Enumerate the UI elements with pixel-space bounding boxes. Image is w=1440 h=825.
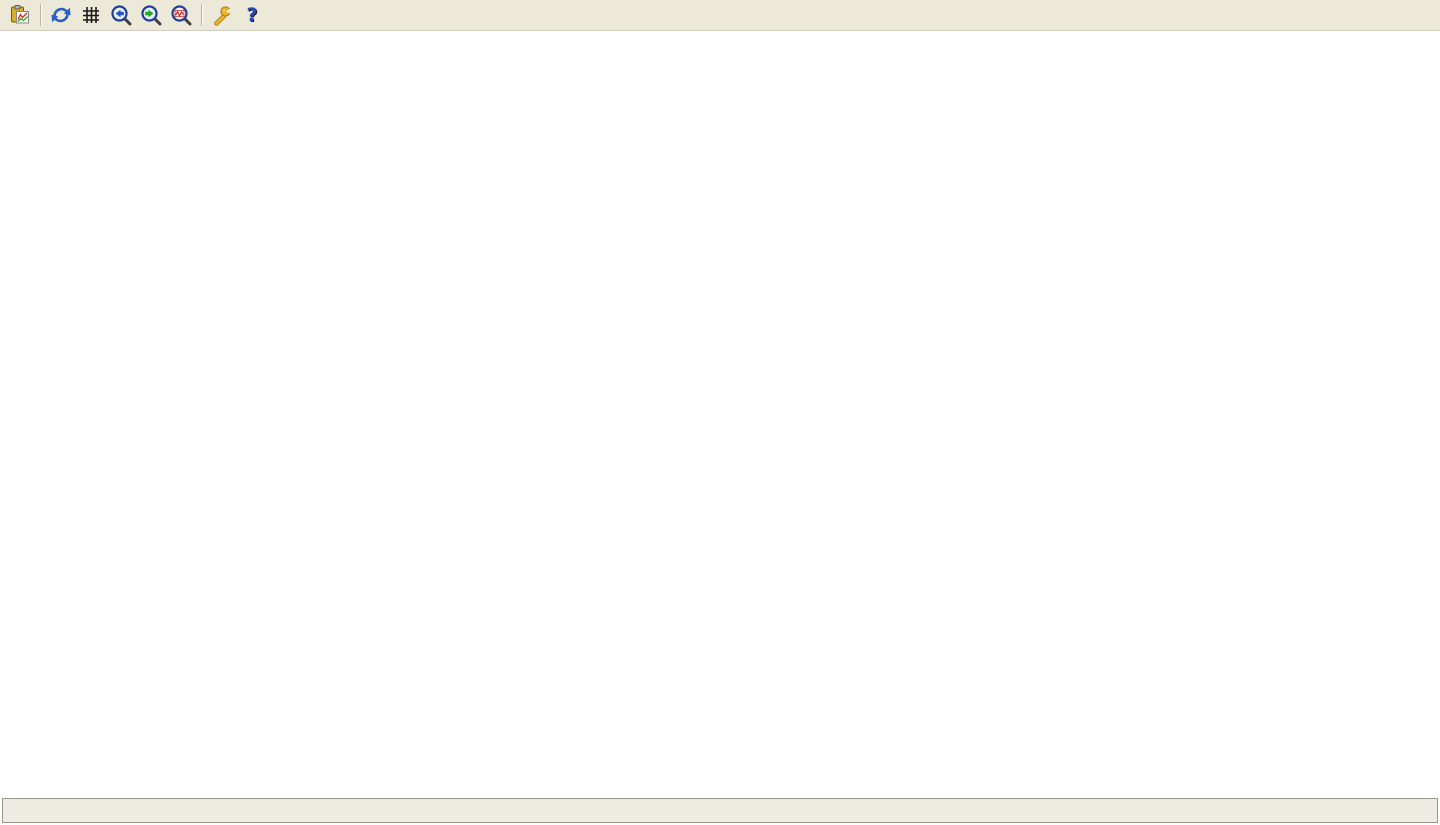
zoom-previous-button[interactable] [107, 2, 135, 28]
copy-plot-icon [9, 4, 31, 26]
plot-area [0, 32, 1440, 798]
toolbar: ? ? [0, 0, 1440, 31]
zoom-next-button[interactable] [137, 2, 165, 28]
magnifier-plot-icon [170, 4, 192, 26]
echo-chart[interactable] [0, 193, 1440, 503]
copy-to-clipboard-button[interactable] [6, 2, 34, 28]
status-bar [2, 798, 1438, 823]
magnifier-left-arrow-icon [110, 4, 132, 26]
help-button[interactable]: ? ? [238, 2, 266, 28]
replot-button[interactable] [47, 2, 75, 28]
refresh-icon [50, 4, 72, 26]
question-mark-icon: ? ? [241, 4, 263, 26]
wrench-icon [211, 4, 233, 26]
toolbar-separator [40, 4, 41, 26]
excitation-signal-chart[interactable] [0, 33, 1440, 193]
grid-icon [80, 4, 102, 26]
correlation-chart[interactable] [0, 503, 1440, 798]
toolbar-separator [201, 4, 202, 26]
magnifier-right-arrow-icon [140, 4, 162, 26]
configure-button[interactable] [208, 2, 236, 28]
autoscale-button[interactable] [167, 2, 195, 28]
toggle-grid-button[interactable] [77, 2, 105, 28]
svg-text:?: ? [246, 4, 257, 26]
